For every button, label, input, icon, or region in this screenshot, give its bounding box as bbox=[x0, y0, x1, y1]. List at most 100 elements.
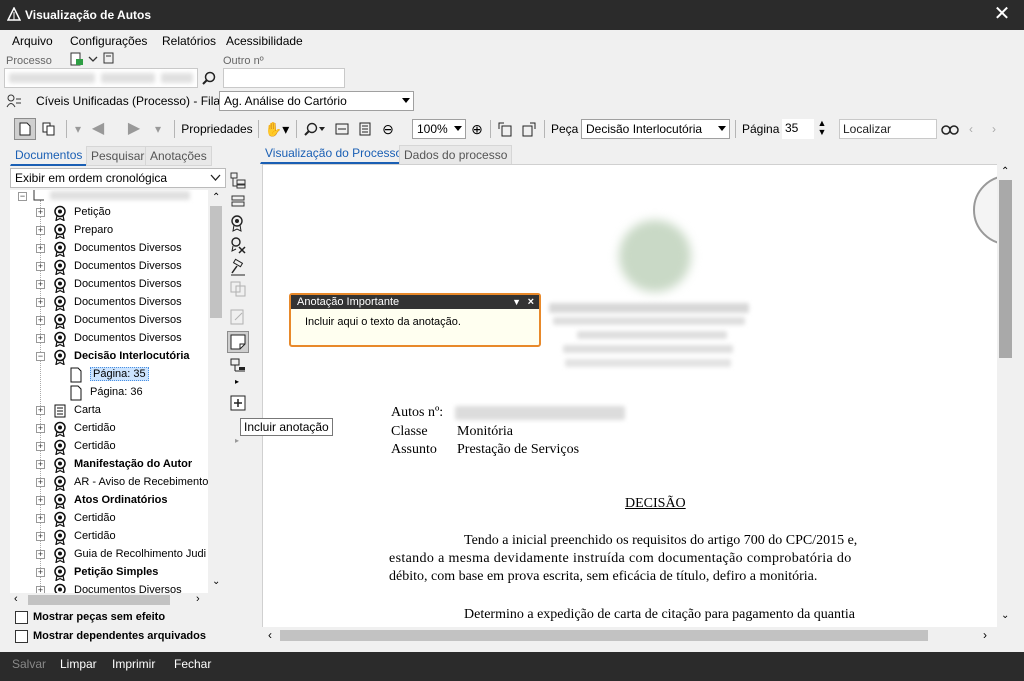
tree-item[interactable]: + Documentos Diversos bbox=[10, 312, 208, 330]
outro-input[interactable] bbox=[223, 68, 345, 88]
tree-item[interactable]: + Carta bbox=[10, 402, 208, 420]
menu-acessibilidade[interactable]: Acessibilidade bbox=[226, 34, 303, 48]
annotation-text[interactable]: Incluir aqui o texto da anotação. bbox=[305, 316, 461, 328]
document-scroll-thumb[interactable] bbox=[999, 180, 1012, 358]
tree-scroll-thumb[interactable] bbox=[210, 206, 222, 318]
expand-icon[interactable]: + bbox=[36, 442, 45, 451]
chevron-right-icon-2[interactable]: ▸ bbox=[235, 436, 239, 445]
fila-select[interactable]: Ag. Análise do Cartório bbox=[219, 91, 414, 111]
expand-icon[interactable]: + bbox=[36, 244, 45, 253]
expand-icon[interactable]: + bbox=[36, 298, 45, 307]
order-select[interactable]: Exibir em ordem cronológica bbox=[10, 168, 226, 188]
binoculars-icon[interactable] bbox=[940, 118, 960, 140]
tab-pesquisar[interactable]: Pesquisar bbox=[86, 146, 150, 166]
search-icon[interactable] bbox=[202, 71, 216, 85]
expand-icon[interactable]: + bbox=[36, 586, 45, 593]
tree-item[interactable]: + Documentos Diversos bbox=[10, 276, 208, 294]
fit-page-button[interactable] bbox=[356, 118, 374, 140]
certificate-icon[interactable] bbox=[229, 214, 247, 232]
menu-arquivo[interactable]: Arquivo bbox=[12, 34, 53, 48]
annotation-list-icon[interactable] bbox=[229, 357, 247, 375]
annotation-close-icon[interactable]: × bbox=[528, 295, 534, 309]
find-next-icon[interactable]: › bbox=[987, 118, 1001, 140]
nav-dropdown-button[interactable]: ▾ bbox=[70, 118, 86, 140]
rotate-left-button[interactable] bbox=[495, 118, 515, 140]
checkbox-dependentes-arquivados[interactable] bbox=[15, 630, 28, 643]
tree-item[interactable]: − Decisão Interlocutória bbox=[10, 348, 208, 366]
tree-item[interactable]: + Preparo bbox=[10, 222, 208, 240]
split-view-button[interactable] bbox=[38, 118, 60, 140]
expand-icon[interactable]: + bbox=[36, 208, 45, 217]
scroll-down-icon[interactable]: ⌄ bbox=[212, 576, 220, 587]
annotation-menu-icon[interactable]: ▼ bbox=[512, 295, 521, 309]
expand-icon[interactable]: + bbox=[36, 406, 45, 415]
tab-visualizacao[interactable]: Visualização do Processo bbox=[260, 143, 408, 164]
close-icon[interactable]: ✕ bbox=[990, 3, 1014, 27]
copy-icon[interactable] bbox=[229, 280, 247, 298]
collapse-icon[interactable]: − bbox=[36, 352, 45, 361]
scroll-right-icon[interactable]: › bbox=[983, 628, 987, 642]
imprimir-button[interactable]: Imprimir bbox=[112, 657, 155, 671]
scroll-left-icon[interactable]: ‹ bbox=[14, 593, 18, 605]
tree-item[interactable]: + Petição Simples bbox=[10, 564, 208, 582]
menu-configuracoes[interactable]: Configurações bbox=[70, 34, 147, 48]
annotation-popup[interactable]: Anotação Importante ▼ × Incluir aqui o t… bbox=[289, 293, 541, 347]
expand-icon[interactable]: + bbox=[36, 478, 45, 487]
add-annotation-icon[interactable] bbox=[229, 394, 247, 412]
previous-icon[interactable]: ◀ bbox=[88, 118, 108, 140]
certificate-remove-icon[interactable] bbox=[229, 236, 247, 254]
tree-item[interactable]: + AR - Aviso de Recebimento bbox=[10, 474, 208, 492]
gavel-icon[interactable] bbox=[229, 258, 247, 276]
expand-icon[interactable]: + bbox=[36, 424, 45, 433]
scroll-down-icon[interactable]: ⌄ bbox=[1001, 610, 1009, 621]
document-view-button[interactable] bbox=[14, 118, 36, 140]
rotate-right-button[interactable] bbox=[519, 118, 539, 140]
scroll-up-icon[interactable]: ⌃ bbox=[212, 192, 220, 203]
propriedades-button[interactable]: Propriedades bbox=[180, 118, 254, 140]
zoom-in-icon[interactable]: ⊕ bbox=[468, 118, 486, 140]
tree-hscroll-thumb[interactable] bbox=[28, 595, 170, 605]
expand-icon[interactable]: + bbox=[36, 226, 45, 235]
scroll-right-icon[interactable]: › bbox=[196, 593, 200, 605]
tab-documentos[interactable]: Documentos bbox=[10, 145, 88, 166]
tree-page-item[interactable]: Página: 36 bbox=[10, 384, 208, 402]
next-icon[interactable]: ▶ bbox=[124, 118, 144, 140]
zoom-tool-button[interactable] bbox=[302, 118, 328, 140]
tree-item[interactable]: + Documentos Diversos bbox=[10, 240, 208, 258]
menu-relatorios[interactable]: Relatórios bbox=[162, 34, 216, 48]
document-horizontal-scrollbar[interactable]: ‹ › bbox=[262, 627, 997, 644]
pagina-input[interactable]: 35 bbox=[782, 119, 814, 139]
tree-vertical-scrollbar[interactable]: ⌃ ⌄ bbox=[208, 190, 224, 593]
document-vertical-scrollbar[interactable]: ⌃ ⌄ bbox=[997, 164, 1014, 627]
pagina-spinner[interactable]: ▲ ▼ bbox=[816, 118, 828, 140]
tree-item[interactable]: + Certidão bbox=[10, 528, 208, 546]
peca-select[interactable]: Decisão Interlocutória bbox=[581, 119, 730, 139]
tree-horizontal-scrollbar[interactable]: ‹ › bbox=[10, 593, 224, 607]
tree-item[interactable]: + Documentos Diversos bbox=[10, 294, 208, 312]
expand-icon[interactable]: + bbox=[36, 550, 45, 559]
limpar-button[interactable]: Limpar bbox=[60, 657, 97, 671]
expand-icon[interactable]: + bbox=[36, 262, 45, 271]
nav-dropdown-button-2[interactable]: ▾ bbox=[150, 118, 166, 140]
expand-icon[interactable]: + bbox=[36, 532, 45, 541]
document-add-icon[interactable] bbox=[70, 52, 84, 66]
tree-item[interactable]: + Certidão bbox=[10, 510, 208, 528]
expand-icon[interactable]: + bbox=[36, 568, 45, 577]
tree-item[interactable]: + Manifestação do Autor bbox=[10, 456, 208, 474]
edit-note-icon[interactable] bbox=[229, 308, 247, 326]
hand-tool-icon[interactable]: ✋▾ bbox=[263, 118, 291, 140]
chevron-right-icon[interactable]: ▸ bbox=[235, 377, 239, 386]
find-previous-icon[interactable]: ‹ bbox=[964, 118, 978, 140]
tree-item[interactable]: + Petição bbox=[10, 204, 208, 222]
tree-item[interactable]: + Atos Ordinatórios bbox=[10, 492, 208, 510]
tree-item[interactable]: + Guia de Recolhimento Judi bbox=[10, 546, 208, 564]
expand-icon[interactable]: + bbox=[36, 514, 45, 523]
tree-page-item[interactable]: Página: 35 bbox=[10, 366, 208, 384]
expand-icon[interactable]: + bbox=[36, 334, 45, 343]
tree-item[interactable]: + Documentos Diversos bbox=[10, 330, 208, 348]
scroll-up-icon[interactable]: ⌃ bbox=[1001, 166, 1009, 177]
list-icon[interactable] bbox=[229, 192, 247, 210]
tree-item[interactable]: + Documentos Diversos bbox=[10, 258, 208, 276]
note-icon[interactable] bbox=[103, 52, 115, 64]
tree-expand-icon[interactable] bbox=[229, 171, 247, 189]
